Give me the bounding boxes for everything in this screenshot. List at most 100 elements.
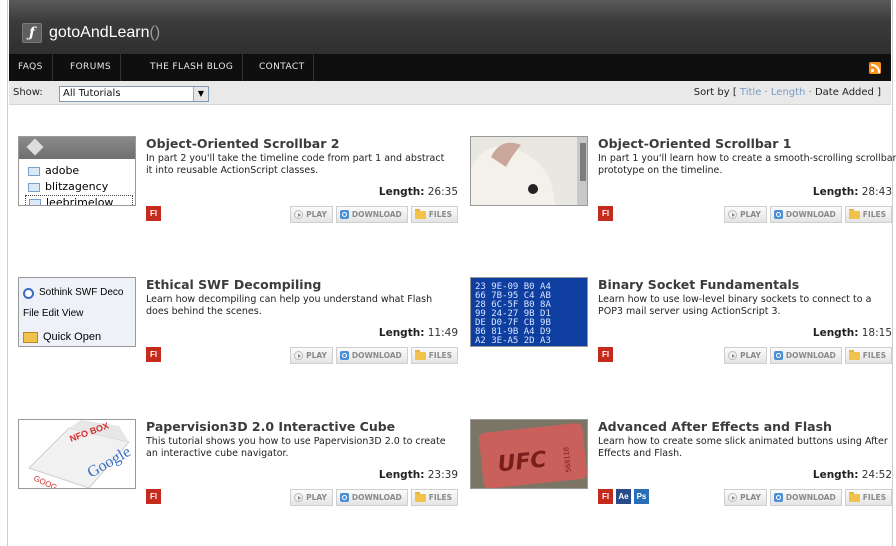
tutorial-length: Length: 24:52: [812, 469, 892, 481]
files-button[interactable]: FILES: [844, 206, 892, 223]
tutorial-title[interactable]: Advanced After Effects and Flash: [598, 419, 832, 434]
download-icon: [339, 493, 349, 502]
folder-icon: [28, 183, 40, 192]
photoshop-badge-icon: Ps: [634, 489, 649, 504]
folder-icon: [848, 349, 860, 360]
folder-icon: [29, 199, 41, 205]
play-button[interactable]: PLAY: [724, 206, 767, 223]
download-button[interactable]: DOWNLOAD: [769, 347, 842, 364]
site-logo[interactable]: gotoAndLearn(): [49, 24, 160, 42]
tutorial-thumbnail[interactable]: UFC 568110: [470, 419, 588, 489]
software-badges: Fl: [598, 206, 613, 222]
tutorial-thumbnail[interactable]: Sothink SWF Deco File Edit View Quick Op…: [18, 277, 136, 347]
tutorial-title[interactable]: Ethical SWF Decompiling: [146, 277, 321, 292]
folder-row: leebrimelow: [25, 195, 133, 205]
tutorial-length: Length: 23:39: [378, 469, 458, 481]
flash-badge-icon: Fl: [146, 347, 161, 362]
sothink-app-icon: [23, 288, 34, 299]
play-button[interactable]: PLAY: [290, 206, 333, 223]
tutorial-thumbnail[interactable]: [470, 136, 588, 206]
play-icon: [294, 493, 304, 502]
tutorial-title[interactable]: Object-Oriented Scrollbar 1: [598, 136, 791, 151]
tutorial-title[interactable]: Binary Socket Fundamentals: [598, 277, 799, 292]
tutorial-actions: PLAY DOWNLOAD FILES: [290, 489, 458, 506]
thumb-quick-open-text: Quick Open: [43, 331, 102, 343]
tutorial-actions: PLAY DOWNLOAD FILES: [724, 206, 892, 223]
tutorial-actions: PLAY DOWNLOAD FILES: [724, 347, 892, 364]
play-button[interactable]: PLAY: [724, 489, 767, 506]
files-button[interactable]: FILES: [844, 347, 892, 364]
nav-flash-blog[interactable]: THE FLASH BLOG: [141, 54, 244, 81]
tutorial-title[interactable]: Papervision3D 2.0 Interactive Cube: [146, 419, 395, 434]
tutorial-description: This tutorial shows you how to use Paper…: [146, 436, 446, 459]
play-icon: [294, 351, 304, 360]
tutorial-description: Learn how to use low-level binary socket…: [598, 294, 872, 317]
play-icon: [728, 210, 738, 219]
sort-suffix: ]: [873, 87, 881, 98]
sort-separator: ·: [805, 87, 815, 98]
flash-logo-icon[interactable]: ƒ: [22, 23, 42, 43]
tutorial-card: 23 9E-09 B0 A4 66 7B-95 C4 AB 28 6C-5F B…: [470, 277, 892, 387]
software-badges: Fl: [146, 347, 161, 363]
software-badges: Fl: [146, 489, 161, 505]
dropdown-arrow-icon[interactable]: ▼: [193, 87, 208, 101]
tutorial-thumbnail[interactable]: adobe blitzagency leebrimelow: [18, 136, 136, 206]
folder-row: blitzagency: [25, 180, 133, 194]
site-header: ƒ gotoAndLearn(): [9, 0, 891, 54]
files-button[interactable]: FILES: [410, 347, 458, 364]
play-button[interactable]: PLAY: [290, 347, 333, 364]
download-button[interactable]: DOWNLOAD: [769, 206, 842, 223]
download-button[interactable]: DOWNLOAD: [769, 489, 842, 506]
ufc-ticket-image: UFC 568110: [471, 420, 587, 488]
download-icon: [773, 493, 783, 502]
play-button[interactable]: PLAY: [290, 489, 333, 506]
sort-title-link[interactable]: Title: [740, 87, 761, 98]
play-icon: [728, 351, 738, 360]
sort-length-link[interactable]: Length: [771, 87, 806, 98]
tutorial-actions: PLAY DOWNLOAD FILES: [290, 206, 458, 223]
nav-faqs[interactable]: FAQS: [9, 54, 53, 81]
files-button[interactable]: FILES: [410, 206, 458, 223]
nav-contact[interactable]: CONTACT: [250, 54, 315, 81]
nav-forums[interactable]: FORUMS: [61, 54, 121, 81]
tutorial-title[interactable]: Object-Oriented Scrollbar 2: [146, 136, 339, 151]
tutorial-card: NFO BOX Google GOOG Papervision3D 2.0 In…: [18, 419, 458, 529]
tutorial-description: In part 2 you'll take the timeline code …: [146, 153, 445, 176]
tutorial-card: adobe blitzagency leebrimelow Object-Ori…: [18, 136, 458, 246]
tutorial-thumbnail[interactable]: NFO BOX Google GOOG: [18, 419, 136, 489]
window-titlebar: [19, 137, 135, 159]
main-nav: FAQS FORUMS THE FLASH BLOG CONTACT: [9, 54, 891, 81]
show-select-value: All Tutorials: [63, 88, 121, 99]
flash-badge-icon: Fl: [146, 206, 161, 221]
sort-date-link[interactable]: Date Added: [815, 87, 874, 98]
files-button[interactable]: FILES: [410, 489, 458, 506]
download-button[interactable]: DOWNLOAD: [335, 347, 408, 364]
after-effects-badge-icon: Ae: [616, 489, 631, 504]
files-button[interactable]: FILES: [844, 489, 892, 506]
open-folder-icon: [23, 332, 38, 343]
sort-prefix: Sort by [: [693, 87, 740, 98]
show-select[interactable]: All Tutorials ▼: [59, 86, 209, 102]
folder-icon: [414, 491, 426, 502]
cube-image: NFO BOX Google GOOG: [19, 420, 135, 488]
rss-icon[interactable]: [869, 62, 881, 74]
play-button[interactable]: PLAY: [724, 347, 767, 364]
svg-text:UFC: UFC: [496, 447, 547, 477]
download-button[interactable]: DOWNLOAD: [335, 206, 408, 223]
tutorial-card: Sothink SWF Deco File Edit View Quick Op…: [18, 277, 458, 387]
show-label: Show:: [13, 87, 43, 98]
filter-toolbar: Show: All Tutorials ▼ Sort by [ Title · …: [9, 81, 891, 105]
download-icon: [773, 351, 783, 360]
tutorial-length: Length: 18:15: [812, 327, 892, 339]
tutorial-actions: PLAY DOWNLOAD FILES: [724, 489, 892, 506]
tutorial-thumbnail[interactable]: 23 9E-09 B0 A4 66 7B-95 C4 AB 28 6C-5F B…: [470, 277, 588, 347]
sort-controls: Sort by [ Title · Length · Date Added ]: [694, 87, 881, 98]
tutorial-length: Length: 11:49: [378, 327, 458, 339]
right-frame-border: [892, 0, 896, 546]
download-icon: [773, 210, 783, 219]
tutorial-card: UFC 568110 Advanced After Effects and Fl…: [470, 419, 892, 529]
flash-badge-icon: Fl: [598, 347, 613, 362]
download-button[interactable]: DOWNLOAD: [335, 489, 408, 506]
folder-icon: [848, 491, 860, 502]
folder-row: adobe: [25, 164, 133, 178]
